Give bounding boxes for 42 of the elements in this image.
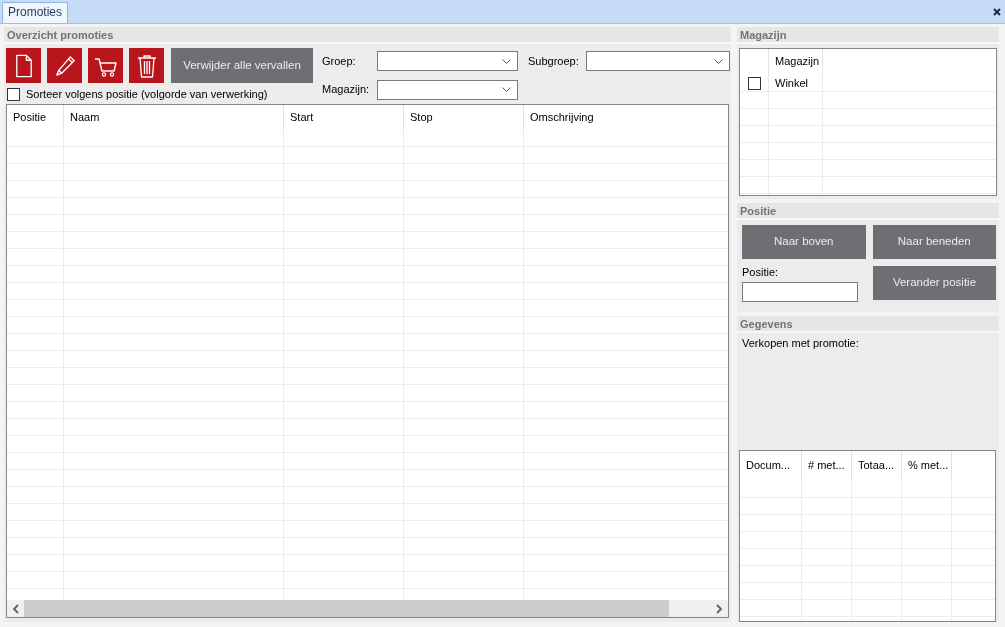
section-title: Magazijn xyxy=(737,27,999,44)
column-header[interactable]: Magazijn xyxy=(769,49,823,75)
toolbar-button[interactable] xyxy=(88,48,123,83)
column-header[interactable]: Docum... xyxy=(740,451,802,481)
column-header[interactable]: Positie xyxy=(7,105,64,131)
column-header[interactable]: Stop xyxy=(404,105,524,131)
checkbox[interactable] xyxy=(7,88,20,102)
column-header[interactable]: Omschrijving xyxy=(524,105,728,131)
field-label: Groep: xyxy=(322,54,357,68)
dropdown[interactable] xyxy=(377,51,518,72)
dropdown[interactable] xyxy=(586,51,730,72)
info-label: Verkopen met promotie: xyxy=(741,336,859,351)
chevron-left-icon[interactable] xyxy=(12,603,19,614)
chevron-right-icon[interactable] xyxy=(716,603,723,614)
change-position-button[interactable]: Verander positie xyxy=(873,266,996,300)
checkbox[interactable] xyxy=(748,77,761,90)
toolbar-button[interactable] xyxy=(47,48,82,83)
table-cell: Winkel xyxy=(775,76,808,91)
move-down-button[interactable]: Naar beneden xyxy=(872,225,996,259)
section-title: Overzicht promoties xyxy=(4,27,731,44)
field-label: Magazijn: xyxy=(322,83,371,97)
column-header[interactable]: Start xyxy=(284,105,404,131)
column-header[interactable]: Naam xyxy=(64,105,284,131)
chevron-down-icon xyxy=(714,58,723,64)
section-title: Gegevens xyxy=(737,316,999,334)
move-up-button[interactable]: Naar boven xyxy=(742,225,866,259)
column-header[interactable]: % met... xyxy=(902,451,952,481)
chevron-down-icon xyxy=(502,87,511,93)
close-icon[interactable] xyxy=(993,7,1001,16)
column-header[interactable]: Totaa... xyxy=(852,451,902,481)
dropdown[interactable] xyxy=(377,79,518,100)
column-header[interactable]: # met... xyxy=(802,451,852,481)
remove-expired-button[interactable]: Verwijder alle vervallen xyxy=(171,48,313,83)
toolbar-button[interactable] xyxy=(6,48,41,83)
toolbar-button[interactable] xyxy=(129,48,164,83)
chevron-down-icon xyxy=(502,58,511,64)
tab[interactable]: Promoties xyxy=(2,1,69,23)
checkbox-label: Sorteer volgens positie (volgorde van verwerking) xyxy=(26,88,268,102)
field-label: Subgroep: xyxy=(528,54,580,68)
field-label: Positie: xyxy=(742,266,780,280)
position-input-field[interactable] xyxy=(742,282,858,303)
section-title: Positie xyxy=(737,203,999,220)
